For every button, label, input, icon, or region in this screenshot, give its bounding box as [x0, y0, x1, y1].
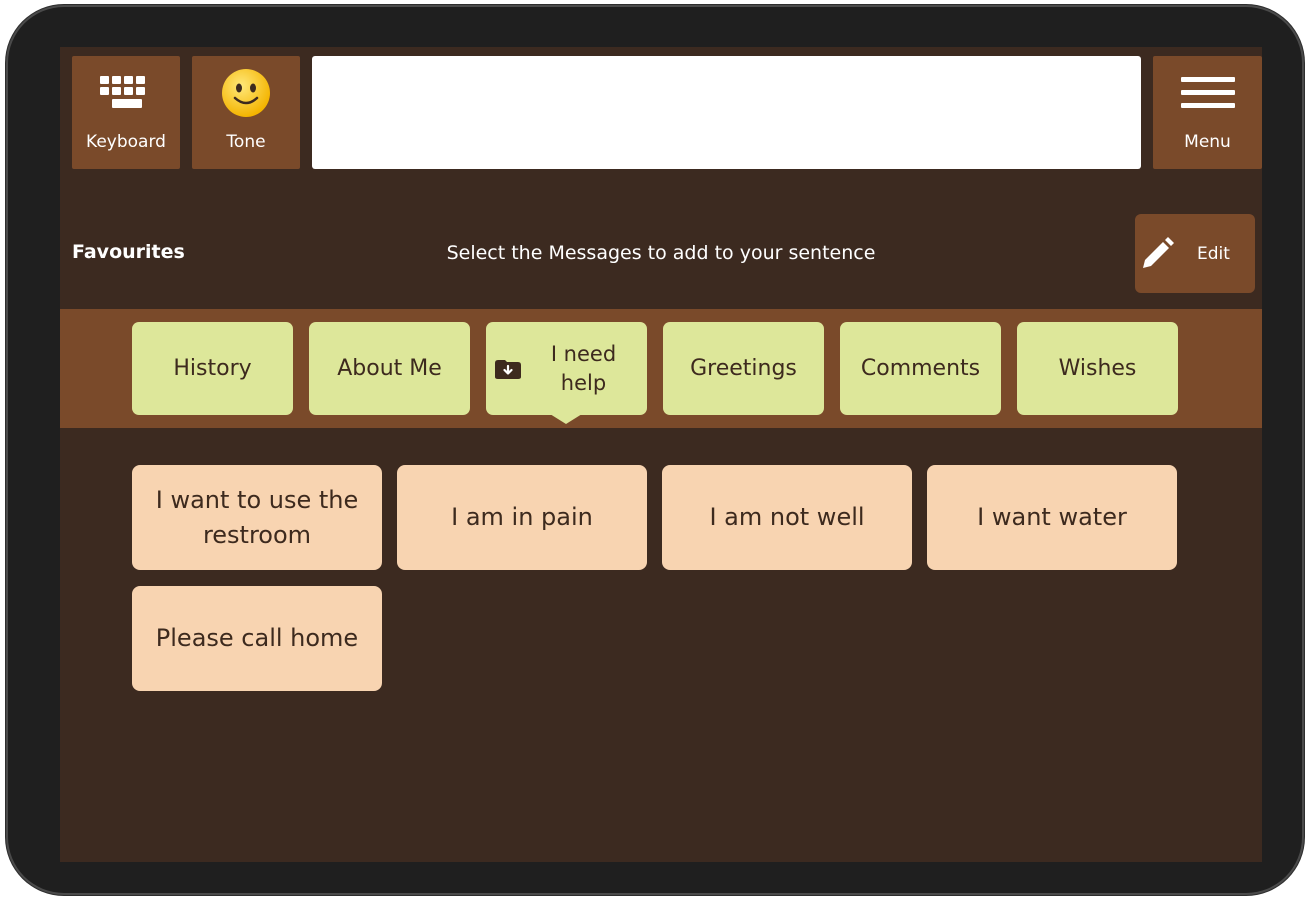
edit-button[interactable]: Edit: [1135, 214, 1255, 293]
section-title: Favourites: [72, 241, 185, 263]
category-label: About Me: [337, 356, 442, 381]
keyboard-icon: [100, 76, 145, 108]
category-about-me[interactable]: About Me: [309, 322, 470, 415]
keyboard-label: Keyboard: [86, 132, 166, 152]
tablet-frame: Keyboard Tone Menu Favourites Select the…: [6, 5, 1304, 895]
category-wishes[interactable]: Wishes: [1017, 322, 1178, 415]
smiley-face-icon: [222, 69, 270, 117]
folder-download-icon: [495, 360, 521, 379]
message-label: I am in pain: [451, 503, 593, 531]
message-tile[interactable]: I am in pain: [397, 465, 647, 570]
tone-button[interactable]: Tone: [192, 56, 300, 169]
edit-label: Edit: [1197, 243, 1230, 264]
category-greetings[interactable]: Greetings: [663, 322, 824, 415]
category-label: I need help: [550, 341, 617, 395]
tone-label: Tone: [226, 132, 266, 152]
pencil-icon: [1143, 236, 1174, 268]
message-tile[interactable]: I want to use the restroom: [132, 465, 382, 570]
message-tile[interactable]: I am not well: [662, 465, 912, 570]
category-label: Wishes: [1058, 356, 1137, 381]
category-comments[interactable]: Comments: [840, 322, 1001, 415]
category-i-need-help[interactable]: I need help: [486, 322, 647, 424]
category-label: Comments: [860, 356, 981, 381]
message-tile[interactable]: I want water: [927, 465, 1177, 570]
message-label: Please call home: [155, 624, 359, 652]
menu-button[interactable]: Menu: [1153, 56, 1262, 169]
sentence-input[interactable]: [312, 56, 1141, 169]
message-tile[interactable]: Please call home: [132, 586, 382, 691]
category-label: Greetings: [690, 356, 797, 381]
menu-label: Menu: [1184, 132, 1231, 152]
instruction-text: Select the Messages to add to your sente…: [446, 242, 876, 264]
category-history[interactable]: History: [132, 322, 293, 415]
message-label: I want to use the restroom: [155, 485, 359, 549]
category-bar: History About Me I need help Greetings C…: [60, 309, 1262, 428]
hamburger-menu-icon: [1180, 77, 1235, 108]
message-label: I want water: [977, 503, 1127, 531]
keyboard-button[interactable]: Keyboard: [72, 56, 180, 169]
message-label: I am not well: [709, 503, 865, 531]
app-screen: Keyboard Tone Menu Favourites Select the…: [60, 47, 1262, 862]
category-label: History: [173, 356, 252, 381]
